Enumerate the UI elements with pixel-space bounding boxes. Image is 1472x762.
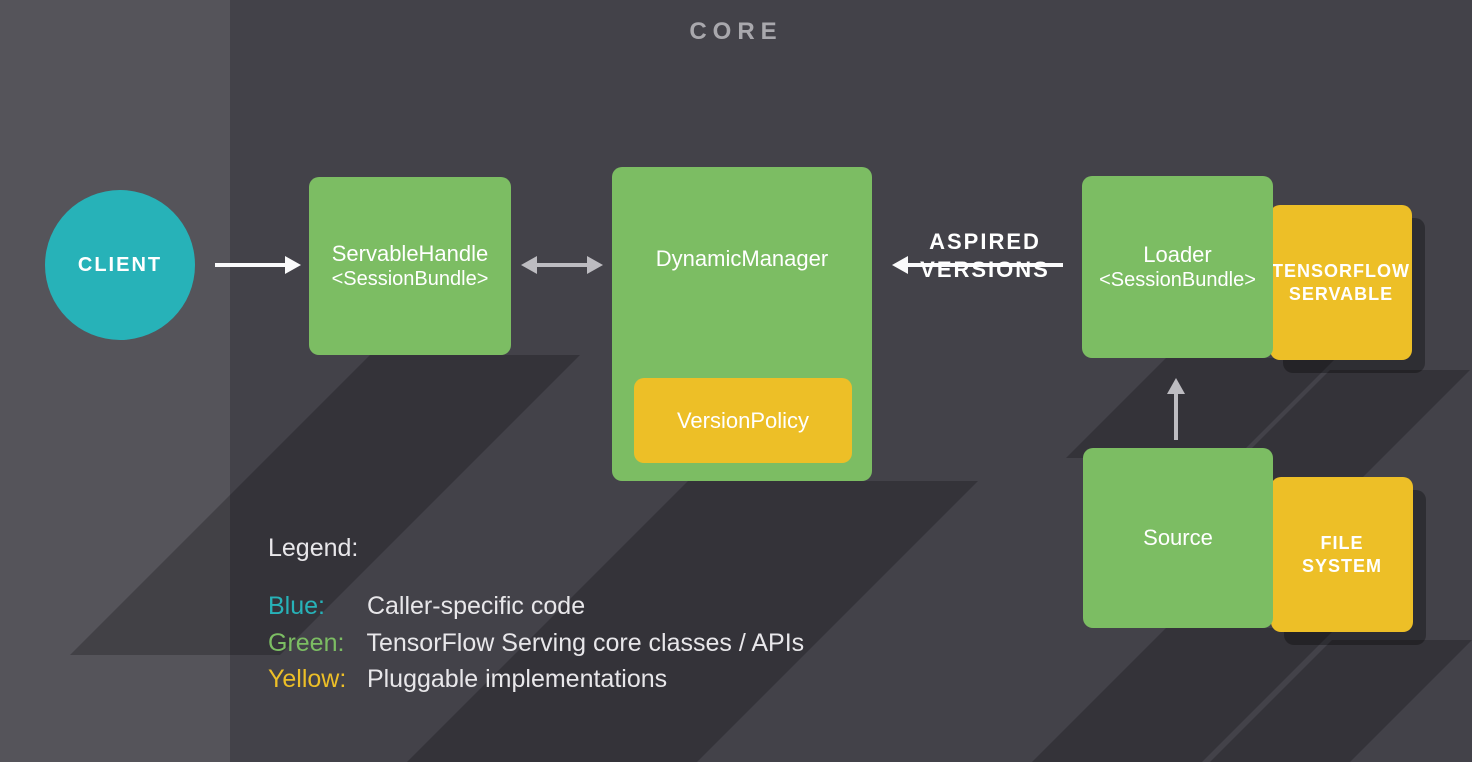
version-policy-node: VersionPolicy [634,378,852,463]
client-node: CLIENT [45,190,195,340]
loader-line2: <SessionBundle> [1099,268,1256,293]
legend-yellow-val: Pluggable implementations [367,665,667,693]
loader-line1: Loader [1143,241,1212,269]
legend-green-key: Green: [268,625,360,661]
arrow-head-icon [521,256,537,274]
arrow-head-icon [587,256,603,274]
source-label: Source [1143,524,1213,552]
arrow-source-to-loader [1174,394,1178,440]
client-label: CLIENT [78,254,162,277]
tensorflow-servable-l2: SERVABLE [1289,283,1393,306]
version-policy-label: VersionPolicy [677,407,809,435]
servable-handle-line2: <SessionBundle> [332,267,489,292]
source-node: Source [1083,448,1273,628]
arrow-client-to-servable [215,263,285,267]
aspired-line2: VERSIONS [900,256,1070,284]
arrow-servable-dynamic [537,263,587,267]
legend-blue-val: Caller-specific code [367,592,585,620]
core-header: CORE [0,18,1472,46]
file-system-node: FILE SYSTEM [1271,477,1413,632]
aspired-line1: ASPIRED [900,228,1070,256]
dynamic-manager-label: DynamicManager [656,245,828,273]
legend-yellow-key: Yellow: [268,661,360,697]
arrow-head-icon [1167,378,1185,394]
aspired-versions-label: ASPIRED VERSIONS [900,228,1070,283]
tensorflow-servable-node: TENSORFLOW SERVABLE [1270,205,1412,360]
legend-title: Legend: [268,530,804,566]
file-system-l1: FILE [1321,532,1364,555]
legend-green-val: TensorFlow Serving core classes / APIs [367,629,805,657]
legend: Legend: Blue: Caller-specific code Green… [268,530,804,697]
servable-handle-line1: ServableHandle [332,240,489,268]
servable-handle-node: ServableHandle <SessionBundle> [309,177,511,355]
tensorflow-servable-l1: TENSORFLOW [1272,260,1410,283]
arrow-head-icon [285,256,301,274]
file-system-l2: SYSTEM [1302,555,1382,578]
legend-blue-key: Blue: [268,588,360,624]
loader-node: Loader <SessionBundle> [1082,176,1273,358]
